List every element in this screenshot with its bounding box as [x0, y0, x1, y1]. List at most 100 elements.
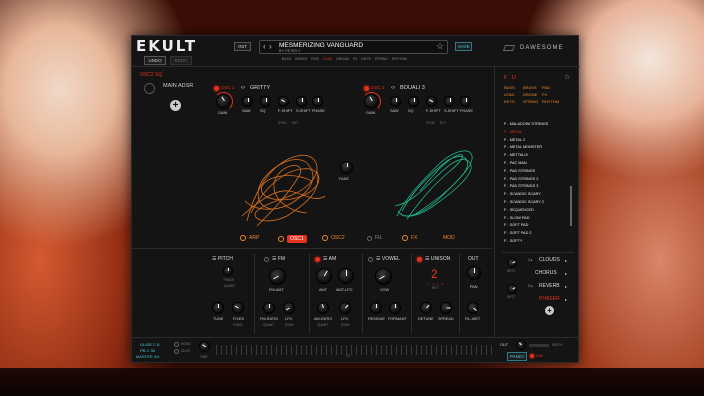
panic-button[interactable]: PANIC!: [507, 352, 527, 361]
fm-lfo-knob[interactable]: [283, 302, 295, 314]
glide-value[interactable]: GLIDE C 8: [140, 343, 159, 347]
fx-clouds[interactable]: CLOUDS: [539, 258, 560, 263]
tab-fil[interactable]: FIL: [367, 235, 382, 241]
vow-knob[interactable]: [375, 268, 392, 285]
osc2-saw-knob[interactable]: [390, 96, 401, 107]
favorite-star-icon[interactable]: ☆: [436, 42, 444, 51]
preset-list-item[interactable]: F - PAD STRINGS 3: [504, 185, 538, 189]
filter-bass[interactable]: BASS: [504, 86, 515, 90]
phaser-arrow-icon[interactable]: ▸: [565, 298, 567, 302]
preset-list-item[interactable]: F - PAD STRINGS: [504, 169, 535, 174]
time-knob[interactable]: [199, 341, 210, 352]
osc1-sync-toggle[interactable]: SYNC: [278, 121, 287, 125]
fm-amt-knob[interactable]: [269, 268, 286, 285]
osc1-phase-knob[interactable]: [312, 96, 323, 107]
unison-voices[interactable]: 2: [431, 268, 438, 280]
preset-selector[interactable]: ‹ › MESMERIZING VANGUARD BY: PETER V ☆: [259, 40, 448, 54]
undo-button[interactable]: UNDO: [144, 56, 166, 65]
fixed-knob[interactable]: [232, 302, 244, 314]
chevron-right-icon[interactable]: ›: [269, 43, 272, 51]
filter-drone[interactable]: DRONE: [523, 93, 537, 97]
preset-list-item[interactable]: F - SCANDIC SCARY: [504, 192, 541, 197]
unison-ret-label[interactable]: RET: [432, 286, 438, 290]
osc2-phase-knob[interactable]: [460, 96, 471, 107]
mono-led[interactable]: [174, 342, 179, 347]
osc2-s-shift-knob[interactable]: [444, 96, 455, 107]
spread-knob[interactable]: [440, 302, 452, 314]
add-icon[interactable]: +: [170, 100, 181, 111]
preset-list-scrollbar[interactable]: [570, 186, 572, 226]
tab-arp[interactable]: ARP: [240, 235, 259, 241]
am-power-led[interactable]: [315, 257, 320, 262]
formant-knob[interactable]: [389, 302, 401, 314]
preset-list-item[interactable]: F - PAD STRINGS 2: [504, 177, 538, 182]
cat-lead[interactable]: LEAD: [323, 57, 332, 61]
master-value[interactable]: MASTER 4/4: [136, 355, 159, 359]
fm-quant-label[interactable]: QUANT: [263, 323, 274, 327]
filter-keys[interactable]: KEYS: [504, 100, 515, 104]
clouds-arrow-icon[interactable]: ▸: [565, 259, 567, 263]
gliss-led[interactable]: [174, 349, 179, 354]
osc1-ext-toggle[interactable]: EXT: [292, 121, 298, 125]
filter-lead[interactable]: LEAD: [504, 93, 514, 97]
cat-organ[interactable]: ORGAN: [336, 57, 349, 61]
fm-sync-label[interactable]: SYNC: [285, 323, 294, 327]
preset-list-item[interactable]: F - SLOW PAD: [504, 216, 529, 221]
browser-star-icon[interactable]: ☆: [564, 74, 570, 81]
nrt1-knob[interactable]: [507, 258, 517, 268]
preset-list-item[interactable]: F - MALADOWI STRINGS: [504, 122, 548, 127]
favorite-filter[interactable]: F U: [504, 75, 516, 82]
add-fx-icon[interactable]: +: [545, 306, 554, 315]
cat-string[interactable]: STRING: [375, 57, 388, 61]
preset-list-item[interactable]: F - METAL 2: [504, 138, 525, 143]
chorus-arrow-icon[interactable]: ▸: [565, 272, 567, 276]
osc2-sync-toggle[interactable]: SYNC: [426, 121, 435, 125]
am-amt-lfo-knob[interactable]: [338, 268, 354, 284]
trans-knob[interactable]: [223, 266, 233, 276]
filter-string[interactable]: STRING: [523, 100, 538, 104]
fx-reverb[interactable]: REVERB: [539, 284, 560, 289]
osc1-saw-knob[interactable]: [242, 96, 253, 107]
cat-bass[interactable]: BASS: [282, 57, 291, 61]
keyboard-strip[interactable]: [216, 345, 494, 355]
vowel-power-led[interactable]: [368, 257, 373, 262]
tab-mod[interactable]: MOD: [443, 235, 455, 241]
pitchbend-value[interactable]: PB C 36: [140, 349, 155, 353]
osc1-s-shift-knob[interactable]: [296, 96, 307, 107]
preset-list-item[interactable]: F - METTALIX: [504, 153, 528, 158]
cat-rhythm[interactable]: RHYTHM: [392, 57, 407, 61]
save-button[interactable]: SAVE: [455, 42, 472, 51]
preset-list-item[interactable]: F - SOFTY: [504, 239, 522, 244]
osc2-f-shift-knob[interactable]: [426, 96, 437, 107]
osc1-wave-arrows-icon[interactable]: ‹›: [241, 85, 245, 91]
am-quant-label[interactable]: QUANT: [317, 323, 328, 327]
cat-keys[interactable]: KEYS: [361, 57, 370, 61]
am-sync-label[interactable]: SYNC: [341, 323, 350, 327]
preset-list-item[interactable]: F - SOFT PAD: [504, 224, 528, 228]
filter-rhythm[interactable]: RHYTHM: [542, 100, 559, 104]
redo-button[interactable]: REDO: [170, 56, 192, 65]
detune-knob[interactable]: [420, 302, 432, 314]
fx-chorus[interactable]: CHORUS: [535, 271, 557, 276]
osc2-wave-arrows-icon[interactable]: ‹›: [391, 85, 395, 91]
init-button[interactable]: INIT: [234, 42, 251, 51]
osc2-sq-knob[interactable]: [408, 96, 419, 107]
preset-list-item[interactable]: F - SOFT PAD 2: [504, 231, 532, 236]
filter-pad[interactable]: PAD: [542, 86, 550, 90]
chevron-left-icon[interactable]: ‹: [263, 43, 266, 51]
preset-list-item[interactable]: F - SEQUENCED: [504, 208, 534, 213]
cat-brass[interactable]: BRASS: [295, 57, 307, 61]
preset-list-item[interactable]: F - SCANDIC SCARY 2: [504, 200, 544, 205]
am-amt-knob[interactable]: [316, 268, 332, 284]
osc1-power-led[interactable]: [214, 86, 219, 91]
output-knob[interactable]: [516, 340, 526, 350]
fixed-toggle-label[interactable]: FIXED: [233, 323, 242, 327]
fx-phaser[interactable]: PHASER: [539, 297, 560, 302]
filter-brass[interactable]: BRASS: [523, 86, 537, 90]
osc1-sq-knob[interactable]: [260, 96, 271, 107]
filter-fx[interactable]: FX: [542, 93, 547, 97]
lim-led[interactable]: [530, 354, 534, 358]
reverb-arrow-icon[interactable]: ▸: [565, 285, 567, 289]
fm-power-led[interactable]: [264, 257, 269, 262]
pan-knob[interactable]: [467, 266, 481, 280]
